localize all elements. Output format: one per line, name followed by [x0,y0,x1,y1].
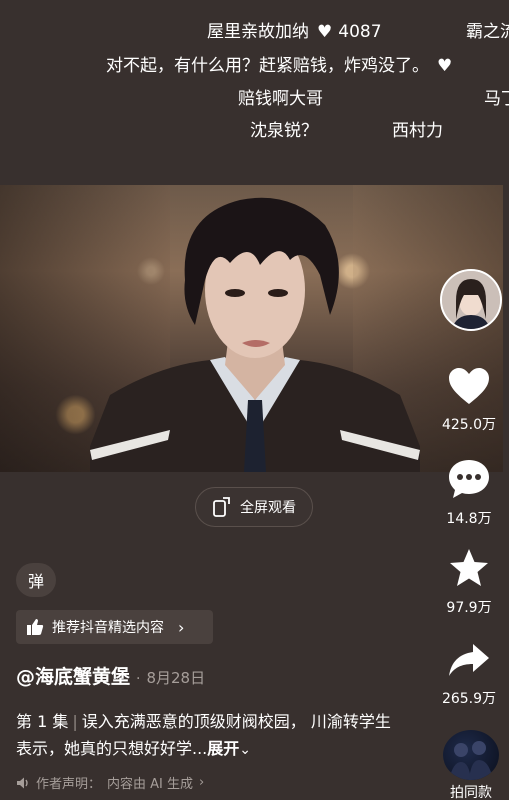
comment-button[interactable]: 14.8万 [437,458,501,528]
danmu-text: 对不起，有什么用？赶紧赔钱，炸鸡没了。 [106,56,429,76]
avatar-image [442,271,500,329]
comment-count: 14.8万 [446,511,492,527]
chevron-down-icon: ⌄ [239,742,252,758]
favorite-button[interactable]: 97.9万 [437,547,501,617]
statement-label: 作者声明： [36,777,102,792]
video-description[interactable]: 第 1 集 | 误入充满恶意的顶级财阀校园， 川渝转学生表示，她真的只想好好学...… [16,708,396,764]
author-line: @海底蟹黄堡 · 8月28日 [16,662,205,689]
danmu-toggle-button[interactable]: 弹 [16,563,56,597]
publish-date: 8月28日 [146,669,206,687]
recommend-banner[interactable]: 推荐抖音精选内容 › [16,610,213,644]
statement-value: 内容由 AI 生成 [107,777,194,792]
separator: · [136,671,141,687]
chevron-right-icon: › [199,775,205,790]
danmu-line-1: 屋里亲故加纳 ♥ 4087 [207,17,382,42]
author-statement[interactable]: 作者声明： 内容由 AI 生成 › [16,773,204,792]
danmu-text: 赔钱啊大哥 [238,89,323,109]
divider: | [72,712,78,731]
danmu-line-3-right: 马丁 [484,84,509,109]
speaker-icon [17,777,28,788]
author-avatar[interactable] [440,269,502,331]
like-count: 425.0万 [441,417,497,433]
danmu-text: 西村力 [392,121,443,141]
like-button[interactable]: 425.0万 [437,366,501,434]
comment-icon [449,460,489,498]
favorite-count: 97.9万 [446,600,492,616]
danmu-toggle-label: 弹 [27,572,44,591]
same-style-thumbnail [443,730,499,780]
danmu-line-2: 对不起，有什么用？赶紧赔钱，炸鸡没了。 ♥ [106,51,458,76]
share-button[interactable]: 265.9万 [437,640,501,708]
fullscreen-label: 全屏观看 [240,500,296,516]
heart-icon [449,368,489,404]
star-icon [450,549,488,586]
danmu-line-1-right: 霸之流 [466,17,509,42]
danmu-text: 屋里亲故加纳 [207,22,309,42]
video-player[interactable] [0,185,503,472]
author-name[interactable]: @海底蟹黄堡 [16,662,130,689]
recommend-label: 推荐抖音精选内容 [52,620,164,636]
video-character-image [90,197,420,472]
danmu-like-count: 4087 [338,22,382,42]
chevron-right-icon: › [178,617,185,637]
fullscreen-icon [213,497,230,517]
danmu-line-3: 赔钱啊大哥 [238,84,323,109]
expand-button[interactable]: 展开 [207,739,239,758]
episode-label: 第 1 集 [16,712,69,731]
danmu-text: 沈泉锐？ [250,121,318,141]
danmu-text: 马丁 [484,89,509,109]
danmu-line-4: 沈泉锐？ [250,116,318,141]
danmu-line-4-right: 西村力 [392,116,443,141]
heart-icon: ♥ [317,22,333,42]
share-icon [449,644,489,676]
danmu-text: 霸之流 [466,22,509,42]
same-style-label: 拍同款 [450,785,492,800]
same-style-button[interactable]: 拍同款 [442,730,500,800]
heart-icon: ♥ [437,56,453,76]
fullscreen-button[interactable]: 全屏观看 [195,487,313,527]
share-count: 265.9万 [441,691,497,707]
thumbs-up-icon [27,619,44,635]
